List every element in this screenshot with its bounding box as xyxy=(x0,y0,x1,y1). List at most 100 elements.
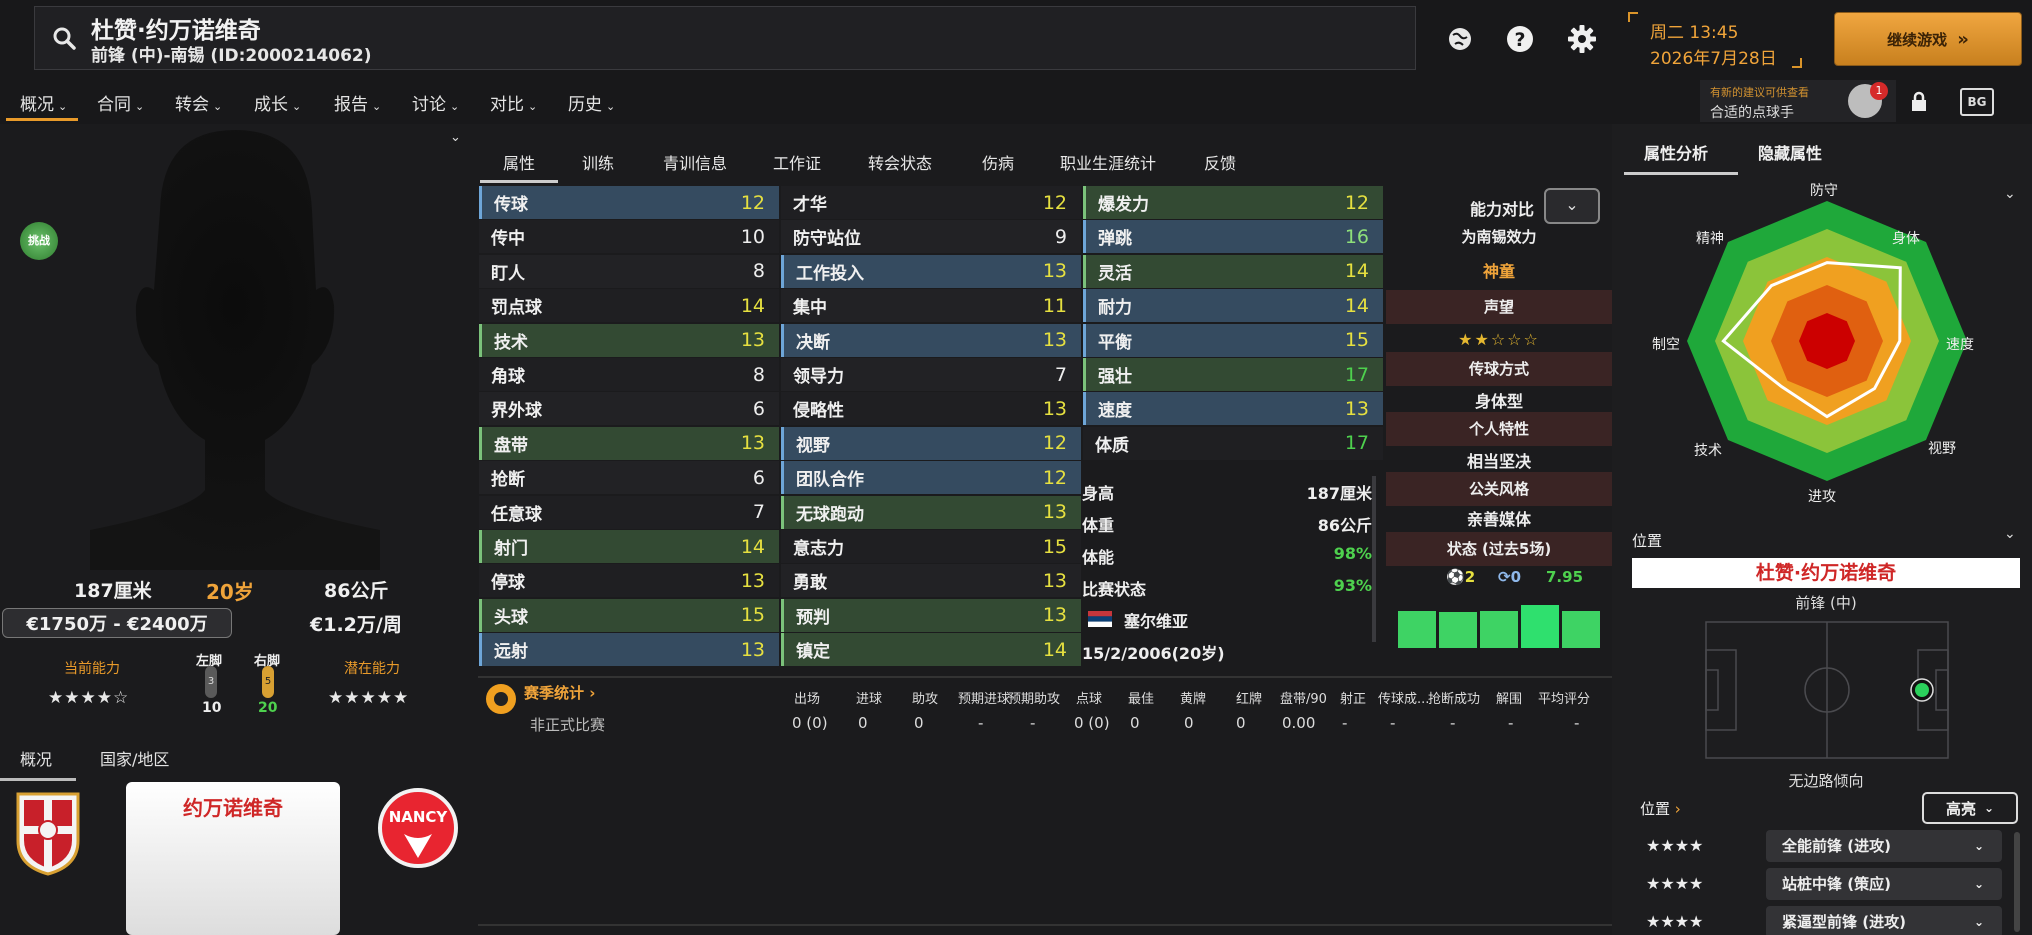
season-column-header[interactable]: 预期助攻 xyxy=(1008,688,1060,707)
role-dropdown[interactable]: 全能前锋 (进攻) ⌄ xyxy=(1766,830,2002,862)
nav-development[interactable]: 成长 ⌄ xyxy=(254,90,301,115)
season-column-header[interactable]: 平均评分 xyxy=(1538,688,1590,707)
tab-attribute-analysis[interactable]: 属性分析 xyxy=(1644,140,1708,164)
left-tab-overview[interactable]: 概况 xyxy=(20,746,52,770)
tab-transfer-status[interactable]: 转会状态 xyxy=(868,150,932,174)
nav-transfer[interactable]: 转会 ⌄ xyxy=(175,90,222,115)
role-row[interactable]: ★★★★ 紧逼型前锋 (进攻) ⌄ xyxy=(1632,906,2010,935)
attribute-row[interactable]: 意志力 15 xyxy=(781,530,1081,563)
attribute-row[interactable]: 工作投入 13 xyxy=(781,254,1081,288)
left-tab-nation[interactable]: 国家/地区 xyxy=(100,746,169,770)
attribute-row[interactable]: 勇敢 13 xyxy=(781,564,1081,598)
attribute-row[interactable]: 界外球 6 xyxy=(479,392,779,426)
gear-icon[interactable] xyxy=(1565,22,1599,56)
season-column-header[interactable]: 盘带/90 xyxy=(1280,688,1327,707)
attribute-row[interactable]: 灵活 14 xyxy=(1083,254,1383,288)
season-column-header[interactable]: 助攻 xyxy=(912,688,938,707)
season-column-header[interactable]: 点球 xyxy=(1076,688,1102,707)
search-icon[interactable] xyxy=(51,25,77,51)
info-scrollbar[interactable] xyxy=(1372,476,1376,642)
season-column-header[interactable]: 出场 xyxy=(794,688,820,707)
attribute-value: 13 xyxy=(1042,501,1067,524)
season-column-header[interactable]: 红牌 xyxy=(1236,688,1262,707)
chevron-down-icon[interactable]: ⌄ xyxy=(450,130,461,145)
season-column-header[interactable]: 解围 xyxy=(1496,688,1522,707)
attribute-row[interactable]: 技术 13 xyxy=(479,323,779,357)
attribute-row[interactable]: 弹跳 16 xyxy=(1083,220,1383,254)
attribute-row[interactable]: 决断 13 xyxy=(781,323,1081,357)
tab-work-permit[interactable]: 工作证 xyxy=(773,150,821,174)
attribute-row[interactable]: 平衡 15 xyxy=(1083,323,1383,357)
nav-compare[interactable]: 对比 ⌄ xyxy=(490,90,537,115)
attribute-row[interactable]: 视野 12 xyxy=(781,426,1081,460)
transfer-value[interactable]: €1750万 - €2400万 xyxy=(2,608,232,638)
tab-training[interactable]: 训练 xyxy=(582,150,614,174)
attribute-row[interactable]: 强壮 17 xyxy=(1083,358,1383,391)
attribute-row[interactable]: 任意球 7 xyxy=(479,495,779,529)
season-column-header[interactable]: 抢断成功 xyxy=(1428,688,1480,707)
radar-axis-label: 防守 xyxy=(1810,183,1838,199)
attribute-row[interactable]: 射门 14 xyxy=(479,530,779,563)
nav-overview[interactable]: 概况 ⌄ xyxy=(20,90,67,115)
role-row[interactable]: ★★★★ 全能前锋 (进攻) ⌄ xyxy=(1632,830,2010,864)
attribute-row[interactable]: 停球 13 xyxy=(479,564,779,598)
nav-contract[interactable]: 合同 ⌄ xyxy=(97,90,144,115)
attribute-value: 15 xyxy=(740,604,765,627)
tab-career-stats[interactable]: 职业生涯统计 xyxy=(1060,150,1156,174)
attribute-row[interactable]: 镇定 14 xyxy=(781,633,1081,667)
season-column-header[interactable]: 预期进球 xyxy=(958,688,1010,707)
role-dropdown[interactable]: 紧逼型前锋 (进攻) ⌄ xyxy=(1766,906,2002,935)
attribute-row[interactable]: 才华 12 xyxy=(781,186,1081,219)
compare-dropdown[interactable]: ⌄ xyxy=(1544,188,1600,224)
positions-list-title[interactable]: 位置 › xyxy=(1640,798,1681,819)
tab-youth-info[interactable]: 青训信息 xyxy=(663,150,727,174)
lock-icon[interactable] xyxy=(1908,90,1930,114)
season-column-header[interactable]: 最佳 xyxy=(1128,688,1154,707)
attribute-row[interactable]: 远射 13 xyxy=(479,633,779,667)
attribute-row[interactable]: 传中 10 xyxy=(479,220,779,254)
attribute-row[interactable]: 耐力 14 xyxy=(1083,289,1383,323)
season-row-label: 非正式比赛 xyxy=(530,716,606,734)
attribute-row[interactable]: 抢断 6 xyxy=(479,461,779,495)
highlight-dropdown[interactable]: 高亮 ⌄ xyxy=(1922,792,2018,824)
challenge-badge[interactable]: 挑战 xyxy=(20,222,58,260)
attribute-row[interactable]: 角球 8 xyxy=(479,358,779,391)
role-list-scrollbar[interactable] xyxy=(2014,832,2020,932)
nav-discussion[interactable]: 讨论 ⌄ xyxy=(412,90,459,115)
attribute-row[interactable]: 速度 13 xyxy=(1083,392,1383,426)
season-column-header[interactable]: 进球 xyxy=(856,688,882,707)
attribute-row[interactable]: 罚点球 14 xyxy=(479,289,779,323)
attribute-row[interactable]: 盯人 8 xyxy=(479,254,779,288)
role-dropdown[interactable]: 站桩中锋 (策应) ⌄ xyxy=(1766,868,2002,900)
attribute-row[interactable]: 爆发力 12 xyxy=(1083,186,1383,219)
attribute-row[interactable]: 侵略性 13 xyxy=(781,392,1081,426)
continue-game-button[interactable]: 继续游戏 » xyxy=(1834,12,2022,66)
nav-history[interactable]: 历史 ⌄ xyxy=(568,90,615,115)
attribute-row[interactable]: 传球 12 xyxy=(479,186,779,219)
season-column-header[interactable]: 黄牌 xyxy=(1180,688,1206,707)
role-stars: ★★★★ xyxy=(1646,912,1704,931)
help-icon[interactable]: ? xyxy=(1503,22,1537,56)
season-column-header[interactable]: 传球成... xyxy=(1378,688,1429,707)
attribute-row[interactable]: 集中 11 xyxy=(781,289,1081,323)
role-row[interactable]: ★★★★ 站桩中锋 (策应) ⌄ xyxy=(1632,868,2010,902)
tab-injuries[interactable]: 伤病 xyxy=(982,150,1014,174)
attribute-row[interactable]: 预判 13 xyxy=(781,598,1081,632)
season-column-header[interactable]: 射正 xyxy=(1340,688,1366,707)
background-toggle-button[interactable]: BG xyxy=(1960,88,1994,116)
attribute-row[interactable]: 无球跑动 13 xyxy=(781,495,1081,529)
chevron-down-icon[interactable]: ⌄ xyxy=(2004,526,2016,542)
player-header[interactable]: 杜赞·约万诺维奇 前锋 (中)-南锡 (ID:2000214062) xyxy=(34,6,1416,70)
nav-reports[interactable]: 报告 ⌄ xyxy=(334,90,381,115)
attribute-row[interactable]: 防守站位 9 xyxy=(781,220,1081,254)
season-stats-title[interactable]: 赛季统计 › xyxy=(524,682,595,703)
attribute-row[interactable]: 头球 15 xyxy=(479,598,779,632)
attribute-row[interactable]: 团队合作 12 xyxy=(781,461,1081,495)
attribute-row[interactable]: 盘带 13 xyxy=(479,426,779,460)
attribute-row[interactable]: 体质 17 xyxy=(1083,426,1383,460)
attribute-row[interactable]: 领导力 7 xyxy=(781,358,1081,391)
globe-icon[interactable] xyxy=(1443,22,1477,56)
tab-hidden-attributes[interactable]: 隐藏属性 xyxy=(1758,140,1822,164)
tab-attributes[interactable]: 属性 xyxy=(503,150,535,174)
tab-feedback[interactable]: 反馈 xyxy=(1204,150,1236,174)
